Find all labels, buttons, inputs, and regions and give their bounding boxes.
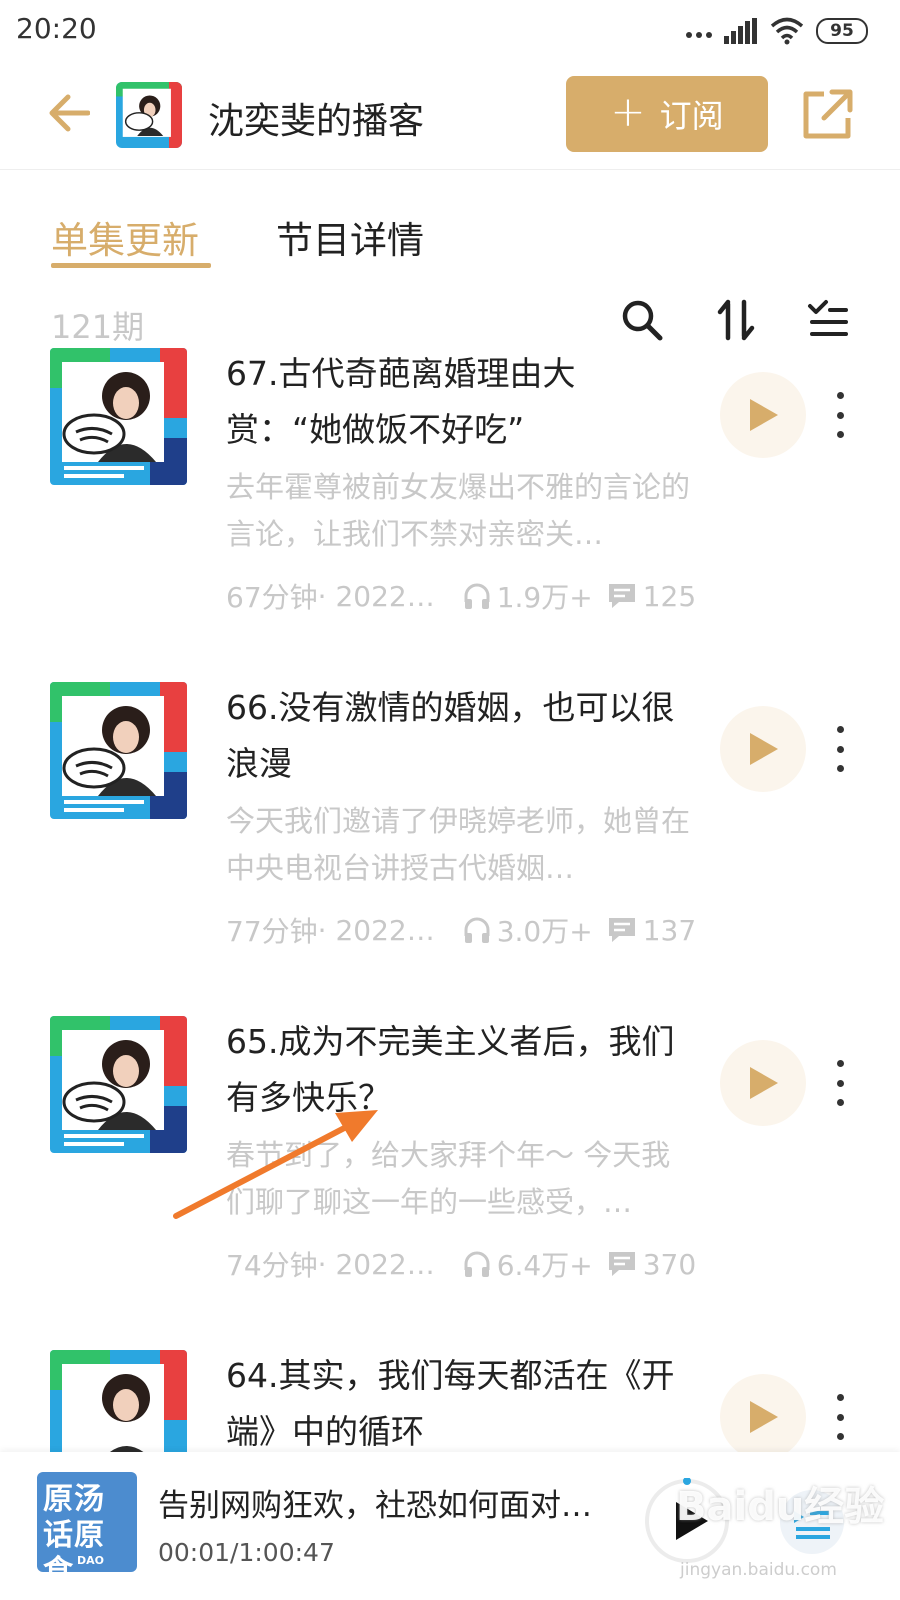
list-item[interactable]: 64.其实，我们每天都活在《开端》中的循环 [0, 1348, 900, 1452]
episode-cover [50, 1350, 187, 1452]
back-button[interactable] [44, 88, 94, 138]
episode-meta: 74分钟 · 2022… 6.4万+ 370 [226, 1244, 706, 1284]
list-item[interactable]: 67.古代奇葩离婚理由大赏：“她做饭不好吃” 去年霍尊被前女友爆出不雅的言论的言… [0, 346, 900, 686]
tab-active-indicator [51, 263, 211, 268]
multi-select-button[interactable] [806, 298, 850, 342]
wifi-icon [770, 17, 804, 45]
watermark-sub: jingyan.baidu.com [680, 1560, 837, 1580]
episode-description: 今天我们邀请了伊晓婷老师，她曾在中央电视台讲授古代婚姻… [226, 804, 691, 885]
episode-title[interactable]: 67.古代奇葩离婚理由大赏：“她做饭不好吃” [226, 346, 686, 458]
episode-comments: 370 [642, 1247, 697, 1281]
episode-date: · 2022… [317, 1247, 435, 1281]
watermark: Baidu经验 [676, 1484, 885, 1530]
player-cover: 原汤话原食 DAO [37, 1472, 137, 1572]
episode-description: 春节到了，给大家拜个年～ 今天我们聊了聊这一年的一些感受，… [226, 1138, 671, 1219]
headphones-icon [464, 583, 490, 609]
episode-plays: 6.4万+ [496, 1249, 593, 1282]
episode-count: 121期 [51, 308, 145, 346]
subscribe-label: 订阅 [659, 97, 724, 135]
headphones-icon [464, 1251, 490, 1277]
mini-player[interactable]: 原汤话原食 DAO 告别网购狂欢，社恐如何面对… 00:01/1:00:47 B… [0, 1452, 900, 1600]
more-options-button[interactable] [830, 1394, 850, 1440]
play-icon [750, 1401, 778, 1433]
episode-comments: 137 [642, 913, 697, 947]
episode-title[interactable]: 64.其实，我们每天都活在《开端》中的循环 [226, 1348, 686, 1452]
episode-cover [50, 348, 187, 485]
episode-duration: 74分钟 [226, 1249, 318, 1282]
more-options-button[interactable] [830, 1060, 850, 1106]
share-button[interactable] [800, 88, 854, 142]
episode-description: 去年霍尊被前女友爆出不雅的言论的言论，让我们不禁对亲密关… [226, 470, 691, 551]
episode-meta: 67分钟 · 2022… 1.9万+ 125 [226, 576, 706, 616]
headphones-icon [464, 917, 490, 943]
episode-date: · 2022… [317, 579, 435, 613]
more-options-button[interactable] [830, 392, 850, 438]
episode-title[interactable]: 65.成为不完美主义者后，我们有多快乐？ [226, 1014, 686, 1126]
tab-details[interactable]: 节目详情 [276, 210, 424, 264]
episode-meta: 77分钟 · 2022… 3.0万+ 137 [226, 910, 706, 950]
subscribe-button[interactable]: + 订阅 [566, 76, 768, 152]
play-button[interactable] [720, 1040, 806, 1126]
episode-title[interactable]: 66.没有激情的婚姻，也可以很浪漫 [226, 680, 686, 792]
play-icon [750, 733, 778, 765]
episode-plays: 3.0万+ [496, 915, 593, 948]
arrow-left-icon [49, 94, 90, 132]
multi-select-icon [808, 300, 848, 336]
signal-dots-icon [686, 24, 712, 38]
player-time: 00:01/1:00:47 [158, 1538, 335, 1567]
list-item[interactable]: 66.没有激情的婚姻，也可以很浪漫 今天我们邀请了伊晓婷老师，她曾在中央电视台讲… [0, 680, 900, 1020]
status-bar: 20:20 95 [0, 0, 900, 62]
episode-cover [50, 682, 187, 819]
search-icon [622, 300, 663, 341]
battery-icon: 95 [816, 18, 868, 44]
play-button[interactable] [720, 372, 806, 458]
search-button[interactable] [620, 298, 664, 342]
tab-episodes[interactable]: 单集更新 [51, 210, 199, 264]
status-time: 20:20 [16, 12, 97, 45]
plus-icon: + [610, 87, 646, 136]
page-title: 沈奕斐的播客 [208, 101, 425, 142]
comment-icon [608, 1252, 635, 1276]
sort-icon [717, 299, 755, 341]
player-cover-sub: DAO [77, 1554, 104, 1567]
episode-cover [50, 1016, 187, 1153]
battery-level: 95 [830, 21, 854, 41]
comment-icon [608, 584, 635, 608]
episode-date: · 2022… [317, 913, 435, 947]
header: 沈奕斐的播客 + 订阅 [0, 62, 900, 170]
play-button[interactable] [720, 706, 806, 792]
share-external-icon [803, 89, 853, 139]
episode-duration: 67分钟 [226, 581, 318, 614]
more-options-button[interactable] [830, 726, 850, 772]
play-button[interactable] [720, 1374, 806, 1452]
episode-plays: 1.9万+ [496, 581, 593, 614]
episode-comments: 125 [642, 579, 697, 613]
play-icon [750, 399, 778, 431]
comment-icon [608, 918, 635, 942]
player-title[interactable]: 告别网购狂欢，社恐如何面对… [158, 1480, 592, 1525]
sort-button[interactable] [714, 298, 758, 342]
status-icons: 95 [686, 14, 868, 48]
episode-duration: 77分钟 [226, 915, 318, 948]
podcast-cover [116, 82, 182, 148]
list-item[interactable]: 65.成为不完美主义者后，我们有多快乐？ 春节到了，给大家拜个年～ 今天我们聊了… [0, 1014, 900, 1354]
cellular-signal-icon [724, 18, 757, 44]
play-icon [750, 1067, 778, 1099]
